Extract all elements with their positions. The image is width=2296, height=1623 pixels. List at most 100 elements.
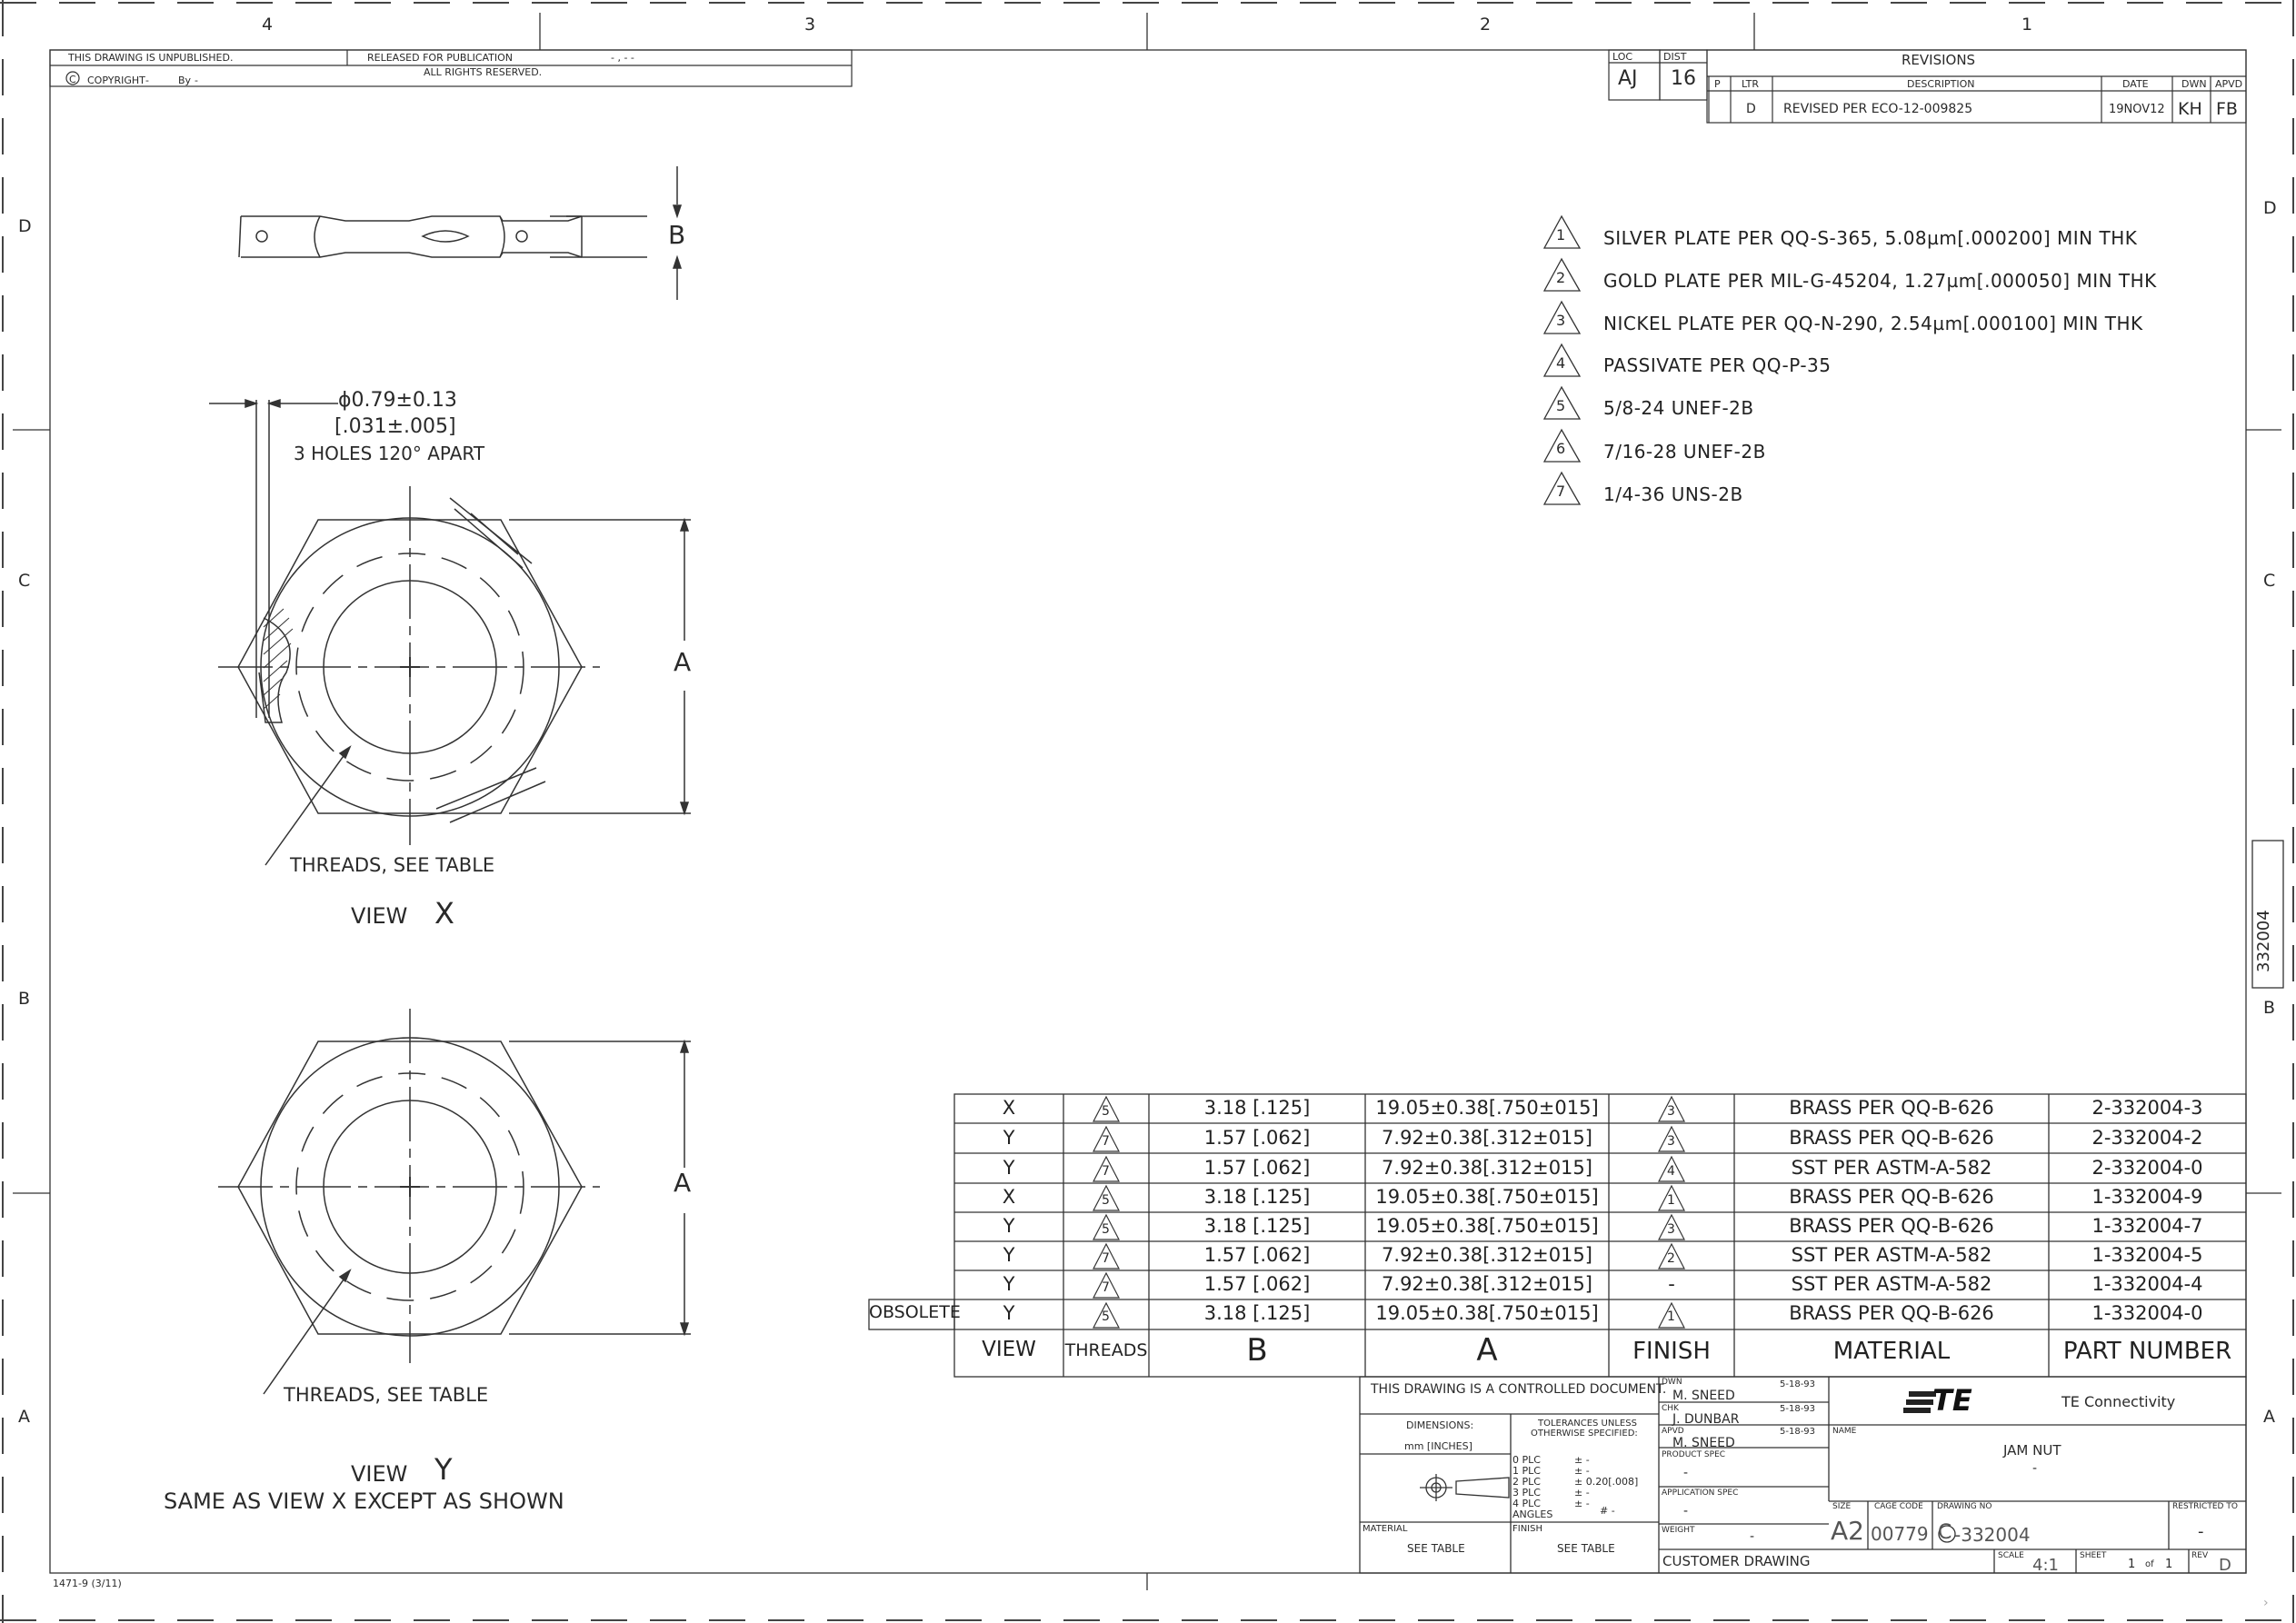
row-7-a: 19.05±0.38[.750±015] [1375,1302,1599,1324]
zone-right-c: C [2263,571,2276,591]
zone-top-1: 1 [2021,15,2033,35]
row-1-finish: 3 [1667,1134,1675,1149]
restricted-value: - [2198,1522,2204,1541]
header-finish: FINISH [1632,1338,1711,1365]
row-2-material: SST PER ASTM-A-582 [1791,1157,1992,1179]
row-2-b: 1.57 [.062] [1203,1157,1311,1179]
copyright-label: COPYRIGHT [87,75,145,86]
tol-val-4: ± - [1574,1498,1590,1509]
row-7-part: 1-332004-0 [2091,1302,2203,1324]
row-0-b: 3.18 [.125] [1203,1097,1311,1119]
cage-value: 00779 [1871,1523,1929,1545]
rev-row-date: 19NOV12 [2109,103,2165,116]
row-0-a: 19.05±0.38[.750±015] [1375,1097,1599,1119]
row-6-thread: 7 [1102,1280,1110,1295]
header-a: A [1476,1332,1498,1369]
dwn-name: M. SNEED [1672,1389,1735,1403]
restricted-label: RESTRICTED TO [2172,1502,2238,1511]
dim-b-label: B [668,220,686,250]
row-0-finish: 3 [1667,1104,1675,1119]
row-1-thread: 7 [1102,1134,1110,1149]
size-label: SIZE [1832,1502,1852,1511]
header-view: VIEW [982,1338,1036,1361]
row-3-material: BRASS PER QQ-B-626 [1789,1186,1994,1208]
copyright-c-icon: C [69,74,76,85]
scale-label: SCALE [1998,1551,2024,1560]
note-7-text: 1/4-36 UNS-2B [1603,483,1743,505]
view-y-letter: Y [434,1452,453,1487]
weight-label: WEIGHT [1662,1526,1695,1535]
row-2-a: 7.92±0.38[.312±015] [1382,1157,1592,1179]
row-5-view: Y [1003,1244,1015,1266]
side-view [238,166,683,300]
rev-col-dwn: DWN [2181,78,2207,90]
zone-right-a: A [2263,1407,2275,1427]
drawing-sheet: 4 3 2 1 D C B A D C B A 332004 1471-9 (3… [0,0,2296,1623]
row-6-view: Y [1003,1273,1015,1295]
chk-name: J. DUNBAR [1672,1412,1740,1427]
row-2-part: 2-332004-0 [2091,1157,2203,1179]
zone-left-a: A [18,1407,30,1427]
row-3-a: 19.05±0.38[.750±015] [1375,1186,1599,1208]
view-y-note: SAME AS VIEW X EXCEPT AS SHOWN [164,1489,564,1514]
cage-label: CAGE CODE [1874,1502,1923,1511]
row-7-thread: 5 [1102,1309,1110,1324]
row-5-a: 7.92±0.38[.312±015] [1382,1244,1592,1266]
zone-top-4: 4 [262,15,274,35]
chk-date: 5-18-93 [1780,1404,1816,1414]
rev-row-dwn: KH [2178,99,2202,119]
product-spec-label: PRODUCT SPEC [1662,1450,1726,1459]
drawing-no-label: DRAWING NO [1937,1502,1992,1511]
zone-top-3: 3 [804,15,816,35]
rev-col-apvd: APVD [2215,78,2243,90]
row-5-material: SST PER ASTM-A-582 [1791,1244,1992,1266]
row-1-view: Y [1003,1127,1015,1149]
row-6-finish: - [1668,1273,1675,1295]
weight-value: - [1750,1529,1755,1544]
company-name: TE Connectivity [2061,1393,2176,1410]
by-value: - [195,75,198,86]
tol-label-2: OTHERWISE SPECIFIED: [1531,1429,1638,1439]
by-label: By [178,75,192,86]
row-0-material: BRASS PER QQ-B-626 [1789,1097,1994,1119]
apvd-label: APVD [1662,1427,1684,1436]
of-label: of [2145,1559,2154,1569]
part-name: JAM NUT [2003,1442,2061,1459]
controlled-document: THIS DRAWING IS A CONTROLLED DOCUMENT. [1371,1382,1667,1397]
view-x-letter: X [434,896,454,931]
material-label: MATERIAL [1363,1524,1408,1534]
row-6-b: 1.57 [.062] [1203,1273,1311,1295]
row-4-material: BRASS PER QQ-B-626 [1789,1215,1994,1237]
zone-right-d: D [2263,198,2277,218]
apvd-date: 5-18-93 [1780,1427,1816,1437]
dist-label: DIST [1663,51,1687,63]
row-4-thread: 5 [1102,1222,1110,1237]
sheet-label: SHEET [2080,1551,2107,1560]
form-number: 1471-9 (3/11) [53,1578,122,1589]
threads-label-x: THREADS, SEE TABLE [290,854,495,876]
row-7-finish: 1 [1667,1309,1675,1324]
row-3-b: 3.18 [.125] [1203,1186,1311,1208]
row-3-part: 1-332004-9 [2091,1186,2203,1208]
header-threads: THREADS [1064,1340,1148,1360]
note-3-number: 3 [1556,312,1566,329]
view-y-label: VIEW [351,1461,408,1487]
view-x-geometry [209,398,691,866]
row-4-b: 3.18 [.125] [1203,1215,1311,1237]
finish-label: FINISH [1512,1524,1542,1534]
name-label: NAME [1832,1427,1857,1436]
row-5-thread: 7 [1102,1251,1110,1266]
row-3-view: X [1002,1186,1016,1208]
released-text: RELEASED FOR PUBLICATION [367,52,514,64]
note-1-text: SILVER PLATE PER QQ-S-365, 5.08µm[.00020… [1603,227,2138,249]
dist-value: 16 [1671,67,1696,90]
unpublished-text: THIS DRAWING IS UNPUBLISHED. [68,52,234,64]
obsolete-label: OBSOLETE [869,1302,961,1322]
row-1-material: BRASS PER QQ-B-626 [1789,1127,1994,1149]
hole-dim-2: [.031±.005] [334,415,456,438]
rev-col-desc: DESCRIPTION [1907,78,1975,90]
row-7-view: Y [1003,1302,1015,1324]
rev-col-p: P [1714,78,1721,90]
page-nav-arrow-icon[interactable]: › [2263,1596,2280,1612]
part-name-sub: - [2032,1461,2038,1476]
